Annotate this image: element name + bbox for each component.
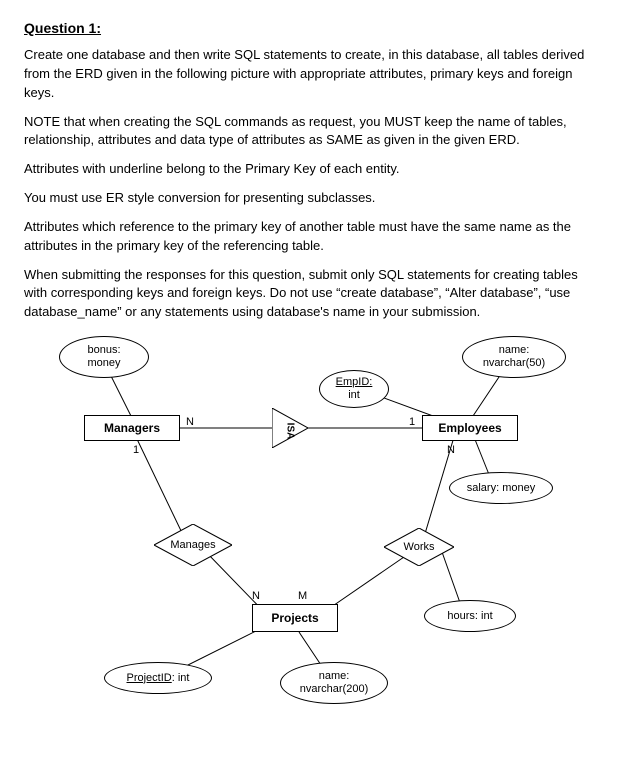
- attr-salary: salary: money: [449, 472, 553, 504]
- rel-works-label: Works: [404, 541, 435, 553]
- paragraph-5: Attributes which reference to the primar…: [24, 218, 600, 256]
- paragraph-6: When submitting the responses for this q…: [24, 266, 600, 323]
- paragraph-1: Create one database and then write SQL s…: [24, 46, 600, 103]
- attr-projectid-text: ProjectID: int: [127, 672, 190, 685]
- attr-bonus-l1: bonus:: [87, 344, 120, 357]
- card-managers-isa-n: N: [186, 416, 194, 428]
- paragraph-3: Attributes with underline belong to the …: [24, 160, 600, 179]
- entity-employees-label: Employees: [438, 421, 501, 435]
- attr-salary-text: salary: money: [467, 482, 535, 495]
- attr-name-proj-l2: nvarchar(200): [300, 683, 368, 696]
- rel-works: Works: [384, 528, 454, 566]
- attr-projectid: ProjectID: int: [104, 662, 212, 694]
- attr-hours-text: hours: int: [447, 610, 492, 623]
- card-employees-isa-1: 1: [409, 416, 415, 428]
- isa-triangle: ISA: [272, 408, 308, 448]
- rel-manages: Manages: [154, 524, 232, 566]
- paragraph-2: NOTE that when creating the SQL commands…: [24, 113, 600, 151]
- attr-name-emp-l2: nvarchar(50): [483, 357, 545, 370]
- entity-managers: Managers: [84, 415, 180, 441]
- attr-empid-l2: int: [348, 389, 360, 402]
- erd-diagram: bonus: money name: nvarchar(50) EmpID: i…: [24, 332, 600, 722]
- card-projects-manages-n: N: [252, 590, 260, 602]
- attr-name-proj: name: nvarchar(200): [280, 662, 388, 704]
- attr-bonus-l2: money: [87, 357, 120, 370]
- attr-bonus: bonus: money: [59, 336, 149, 378]
- attr-hours: hours: int: [424, 600, 516, 632]
- question-heading: Question 1:: [24, 20, 600, 36]
- entity-projects-label: Projects: [271, 611, 318, 625]
- card-projects-works-m: M: [298, 590, 307, 602]
- paragraph-4: You must use ER style conversion for pre…: [24, 189, 600, 208]
- card-employees-works-n: N: [447, 444, 455, 456]
- attr-name-emp-l1: name:: [499, 344, 530, 357]
- attr-empid: EmpID: int: [319, 370, 389, 408]
- entity-managers-label: Managers: [104, 421, 160, 435]
- card-managers-manages-1: 1: [133, 444, 139, 456]
- rel-manages-label: Manages: [170, 539, 215, 551]
- attr-empid-l1: EmpID:: [336, 376, 373, 389]
- entity-employees: Employees: [422, 415, 518, 441]
- attr-name-proj-l1: name:: [319, 670, 350, 683]
- document-page: Question 1: Create one database and then…: [0, 0, 624, 742]
- isa-label: ISA: [285, 422, 296, 439]
- entity-projects: Projects: [252, 604, 338, 632]
- attr-name-emp: name: nvarchar(50): [462, 336, 566, 378]
